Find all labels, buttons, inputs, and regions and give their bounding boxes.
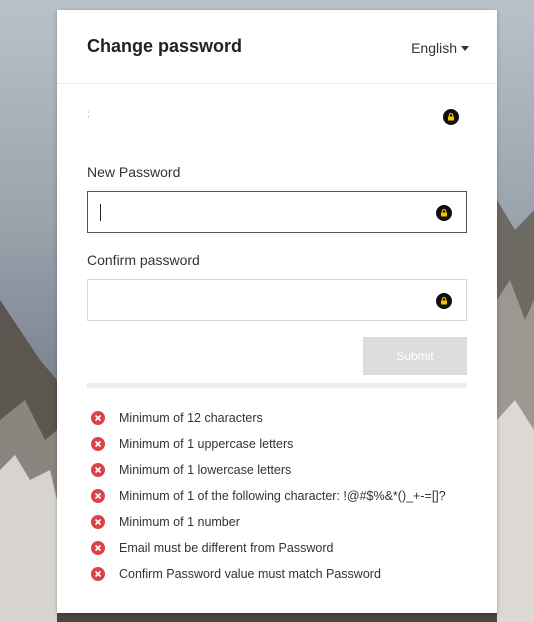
new-password-label: New Password [87,164,181,180]
requirement-item: Minimum of 12 characters [91,405,446,431]
card-header: Change password English [57,10,497,84]
change-password-card: Change password English : New Password C… [57,10,497,613]
language-label: English [411,40,457,56]
requirement-text: Minimum of 1 uppercase letters [119,437,294,451]
requirement-item: Minimum of 1 number [91,509,446,535]
new-password-field[interactable] [87,191,467,233]
caret-down-icon [461,45,469,51]
page-title: Change password [87,36,243,56]
requirement-item: Minimum of 1 uppercase letters [91,431,446,457]
requirement-text: Minimum of 1 number [119,515,240,529]
text-cursor [100,204,101,221]
requirement-text: Minimum of 12 characters [119,411,263,425]
lock-icon[interactable] [443,109,459,125]
password-requirements: Minimum of 12 characters Minimum of 1 up… [91,405,446,587]
current-password-label: : [87,109,90,120]
confirm-password-field[interactable] [87,279,467,321]
lock-icon[interactable] [436,205,452,221]
lock-icon[interactable] [436,293,452,309]
x-circle-icon [91,567,105,581]
requirement-text: Minimum of 1 of the following character:… [119,489,446,503]
requirement-text: Email must be different from Password [119,541,334,555]
confirm-password-label: Confirm password [87,252,200,268]
x-circle-icon [91,541,105,555]
x-circle-icon [91,411,105,425]
requirement-item: Minimum of 1 of the following character:… [91,483,446,509]
x-circle-icon [91,437,105,451]
requirement-item: Email must be different from Password [91,535,446,561]
x-circle-icon [91,463,105,477]
current-password-row: : [87,105,467,129]
requirement-text: Minimum of 1 lowercase letters [119,463,292,477]
language-dropdown[interactable]: English [411,40,469,56]
divider [87,383,467,388]
submit-button[interactable]: Submit [363,337,467,375]
requirement-item: Minimum of 1 lowercase letters [91,457,446,483]
x-circle-icon [91,489,105,503]
new-password-input[interactable] [88,192,418,232]
confirm-password-input[interactable] [88,280,418,320]
requirement-text: Confirm Password value must match Passwo… [119,567,381,581]
x-circle-icon [91,515,105,529]
requirement-item: Confirm Password value must match Passwo… [91,561,446,587]
